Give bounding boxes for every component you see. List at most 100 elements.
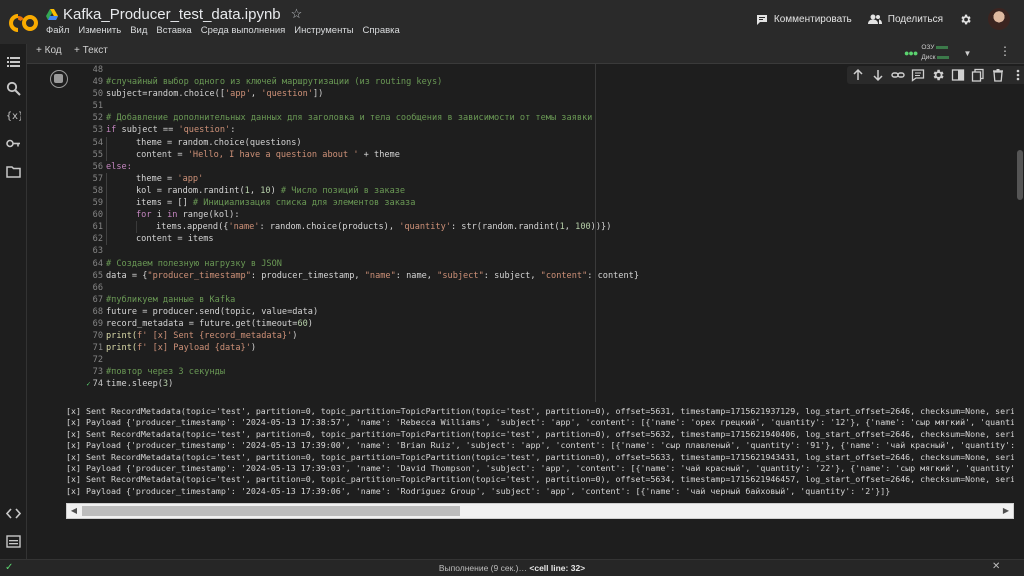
indent-guide bbox=[136, 221, 156, 234]
code-line-74: time.sleep(3) bbox=[103, 378, 1015, 390]
code-line-64: # Создаем полезную нагрузку в JSON bbox=[103, 258, 1015, 270]
code-token: range(kol): bbox=[177, 210, 240, 221]
drive-icon[interactable] bbox=[46, 8, 58, 20]
code-comment: #публикуем данные в Kafka bbox=[106, 294, 236, 305]
code-token: : random.choice(products), bbox=[259, 222, 400, 233]
code-token: content = bbox=[136, 149, 188, 160]
search-icon[interactable] bbox=[6, 81, 21, 96]
indent-guide bbox=[106, 136, 136, 149]
code-token: content = items bbox=[136, 234, 214, 245]
terminal-icon[interactable] bbox=[6, 534, 21, 549]
mirror-cell-icon[interactable] bbox=[951, 68, 965, 82]
code-line-57: theme = 'app' bbox=[103, 172, 1015, 185]
notebook-title[interactable]: Kafka_Producer_test_data.ipynb bbox=[63, 6, 281, 23]
output-line: [x] Payload {'producer_timestamp': '2024… bbox=[66, 462, 1014, 473]
code-string: 'quantity' bbox=[399, 222, 451, 233]
code-keyword: if bbox=[106, 125, 117, 136]
toc-icon[interactable] bbox=[6, 54, 21, 69]
delete-icon[interactable] bbox=[991, 68, 1005, 82]
cell-settings-icon[interactable] bbox=[931, 68, 945, 82]
link-icon[interactable] bbox=[891, 68, 905, 82]
code-string: 'Hello, I have a question about ' bbox=[187, 149, 359, 160]
line-number: 52 bbox=[92, 113, 103, 124]
arrow-up-icon[interactable] bbox=[851, 68, 865, 82]
close-icon[interactable]: ✕ bbox=[992, 561, 1000, 572]
variables-icon[interactable]: {x} bbox=[6, 108, 21, 123]
code-token: : str(random.randint( bbox=[450, 222, 560, 233]
line-number: 51 bbox=[92, 101, 103, 112]
arrow-down-icon[interactable] bbox=[871, 68, 885, 82]
colab-logo-icon[interactable] bbox=[9, 12, 39, 34]
notebook-toolbar: + Код + Текст ●●● ОЗУ Диск ▼ ⋮ bbox=[0, 42, 1024, 64]
runtime-resources[interactable]: ●●● ОЗУ Диск ▼ bbox=[904, 43, 971, 63]
code-keyword: for bbox=[136, 210, 152, 221]
scrollbar-thumb[interactable] bbox=[82, 506, 460, 516]
menu-help[interactable]: Справка bbox=[363, 25, 400, 36]
output-line: [x] Sent RecordMetadata(topic='test', pa… bbox=[66, 428, 1014, 439]
copy-icon[interactable] bbox=[971, 68, 985, 82]
gear-icon[interactable] bbox=[959, 13, 972, 26]
output-horizontal-scrollbar[interactable]: ◀ ▶ bbox=[66, 503, 1014, 519]
folder-icon[interactable] bbox=[6, 164, 21, 179]
code-string: "name" bbox=[364, 270, 396, 281]
code-token: data = { bbox=[106, 270, 148, 281]
disk-bar bbox=[937, 55, 950, 59]
code-token: ) bbox=[292, 331, 298, 342]
line-number: 58 bbox=[92, 185, 103, 196]
chevron-down-icon[interactable]: ▼ bbox=[963, 49, 971, 58]
runtime-connected-icon: ●●● bbox=[904, 48, 918, 58]
line-number: 72 bbox=[92, 355, 103, 366]
indent-guide bbox=[106, 184, 136, 198]
avatar[interactable] bbox=[988, 8, 1010, 30]
status-bar: ✓ Выполнение (9 сек.)… <cell line: 32> ✕ bbox=[0, 559, 1024, 576]
code-string: 'name' bbox=[228, 222, 260, 233]
code-string: "producer_timestamp" bbox=[147, 270, 251, 281]
indent-guide bbox=[106, 233, 136, 246]
line-number: 69 bbox=[92, 318, 103, 329]
scrollbar-thumb[interactable] bbox=[1017, 150, 1023, 200]
star-icon[interactable]: ☆ bbox=[291, 6, 303, 22]
line-number: 64 bbox=[92, 258, 103, 269]
cell-toolbar bbox=[847, 66, 1024, 84]
menu-runtime[interactable]: Среда выполнения bbox=[201, 25, 286, 36]
share-button[interactable]: Поделиться bbox=[867, 13, 943, 25]
cell-line-indicator[interactable]: <cell line: 32> bbox=[529, 563, 585, 573]
share-icon bbox=[867, 14, 882, 24]
more-icon[interactable]: ⋮ bbox=[999, 44, 1011, 58]
code-token: , bbox=[250, 89, 262, 100]
code-line-67: #публикуем данные в Kafka bbox=[103, 294, 1015, 306]
execution-status-text: Выполнение (9 сек.)… bbox=[438, 563, 527, 573]
code-token: ) bbox=[250, 343, 257, 354]
indent-guide bbox=[106, 148, 136, 161]
code-snippets-icon[interactable] bbox=[6, 506, 21, 521]
code-comment: # Инициализация списка для элементов зак… bbox=[192, 198, 416, 209]
code-number: 60 bbox=[297, 318, 308, 329]
run-stop-icon[interactable] bbox=[50, 70, 68, 88]
code-line-71: print(f' [x] Payload {data}') bbox=[103, 342, 1015, 354]
code-token: ))}) bbox=[590, 222, 612, 233]
scroll-right-icon[interactable]: ▶ bbox=[999, 504, 1013, 518]
menu-view[interactable]: Вид bbox=[130, 25, 147, 36]
key-icon[interactable] bbox=[6, 136, 21, 151]
menu-edit[interactable]: Изменить bbox=[78, 25, 121, 36]
line-number: 65 bbox=[92, 270, 103, 281]
code-cell[interactable]: 48 49 50 51 52 53 54 55 56 57 58 59 60 6… bbox=[40, 64, 1015, 402]
menu-insert[interactable]: Вставка bbox=[156, 25, 191, 36]
menu-tools[interactable]: Инструменты bbox=[294, 25, 353, 36]
line-number: 61 bbox=[92, 222, 103, 233]
code-string: f' [x] Sent {record_metadata}' bbox=[137, 331, 293, 342]
code-line-61: items.append({'name': random.choice(prod… bbox=[103, 221, 1015, 234]
code-line-58: kol = random.randint(1, 10) # Число пози… bbox=[103, 184, 1015, 198]
code-editor[interactable]: #случайный выбор одного из ключей маршру… bbox=[103, 64, 1015, 402]
share-label: Поделиться bbox=[887, 13, 943, 25]
line-number: 73 bbox=[92, 367, 103, 378]
page-vertical-scrollbar[interactable] bbox=[1016, 64, 1024, 559]
menu-file[interactable]: Файл bbox=[46, 25, 69, 36]
add-code-button[interactable]: + Код bbox=[36, 45, 62, 56]
comment-button[interactable]: Комментировать bbox=[756, 14, 852, 25]
comment-cell-icon[interactable] bbox=[911, 68, 925, 82]
code-line-68: future = producer.send(topic, value=data… bbox=[103, 306, 1015, 318]
line-number: 53 bbox=[92, 125, 103, 136]
scroll-left-icon[interactable]: ◀ bbox=[67, 504, 81, 518]
add-text-button[interactable]: + Текст bbox=[74, 45, 108, 56]
